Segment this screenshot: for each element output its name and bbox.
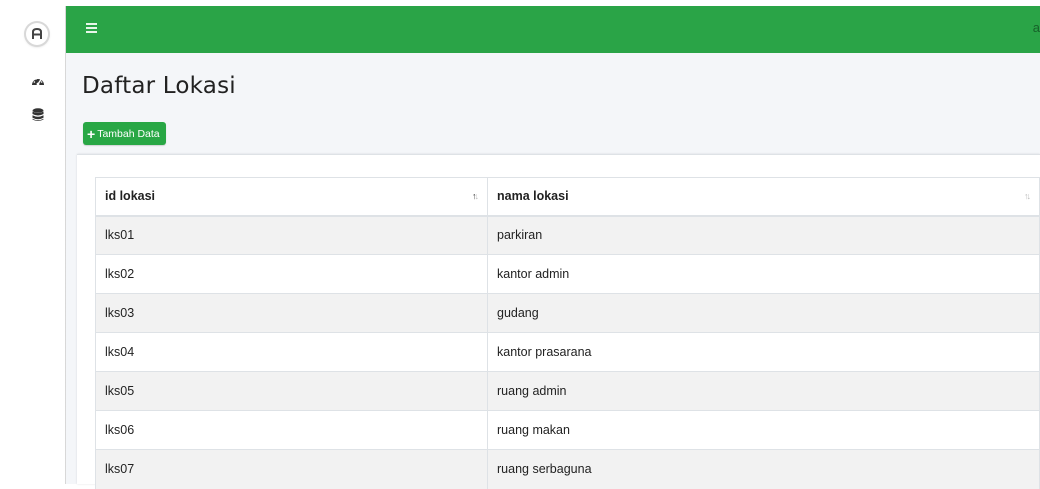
- cell-nama-lokasi: kantor prasarana: [487, 332, 1040, 372]
- cell-id-lokasi: lks01: [95, 215, 488, 255]
- table-card: id lokasi ↑↓ nama lokasi ↑↓ lks01 parkir…: [77, 154, 1040, 489]
- cell-nama-lokasi: parkiran: [487, 215, 1040, 255]
- top-navbar: a: [66, 6, 1040, 53]
- add-data-button[interactable]: + Tambah Data: [83, 122, 166, 145]
- table-header-row: id lokasi ↑↓ nama lokasi ↑↓: [95, 177, 1040, 217]
- cell-nama-lokasi: ruang admin: [487, 371, 1040, 411]
- locations-table: id lokasi ↑↓ nama lokasi ↑↓ lks01 parkir…: [95, 177, 1040, 489]
- cell-nama-lokasi: ruang serbaguna: [487, 449, 1040, 489]
- column-header-id-lokasi[interactable]: id lokasi ↑↓: [95, 177, 488, 217]
- table-row: lks04 kantor prasarana: [95, 332, 1040, 372]
- table-row: lks01 parkiran: [95, 215, 1040, 255]
- table-row: lks02 kantor admin: [95, 254, 1040, 294]
- table-row: lks03 gudang: [95, 293, 1040, 333]
- database-icon[interactable]: [31, 108, 45, 122]
- cell-id-lokasi: lks04: [95, 332, 488, 372]
- cell-nama-lokasi: kantor admin: [487, 254, 1040, 294]
- hamburger-icon[interactable]: [86, 23, 97, 33]
- sort-ascending-icon[interactable]: ↑↓: [472, 191, 479, 201]
- sort-icon[interactable]: ↑↓: [1024, 191, 1031, 201]
- page-title: Daftar Lokasi: [82, 73, 236, 99]
- brand-logo-icon[interactable]: [26, 23, 48, 45]
- column-header-nama-lokasi[interactable]: nama lokasi ↑↓: [487, 177, 1040, 217]
- column-header-label: id lokasi: [105, 189, 156, 204]
- dashboard-icon[interactable]: [31, 74, 45, 88]
- table-row: lks07 ruang serbaguna: [95, 449, 1040, 489]
- cell-id-lokasi: lks05: [95, 371, 488, 411]
- cell-nama-lokasi: ruang makan: [487, 410, 1040, 450]
- cell-id-lokasi: lks06: [95, 410, 488, 450]
- column-header-label: nama lokasi: [497, 189, 569, 204]
- add-data-label: Tambah Data: [97, 127, 160, 140]
- table-row: lks05 ruang admin: [95, 371, 1040, 411]
- table-row: lks06 ruang makan: [95, 410, 1040, 450]
- sidebar: [0, 6, 69, 484]
- cell-id-lokasi: lks03: [95, 293, 488, 333]
- cell-nama-lokasi: gudang: [487, 293, 1040, 333]
- main-content: Daftar Lokasi + Tambah Data id lokasi ↑↓…: [66, 53, 1040, 489]
- plus-icon: +: [87, 125, 96, 142]
- cell-id-lokasi: lks07: [95, 449, 488, 489]
- user-menu-text[interactable]: a: [1033, 20, 1040, 35]
- cell-id-lokasi: lks02: [95, 254, 488, 294]
